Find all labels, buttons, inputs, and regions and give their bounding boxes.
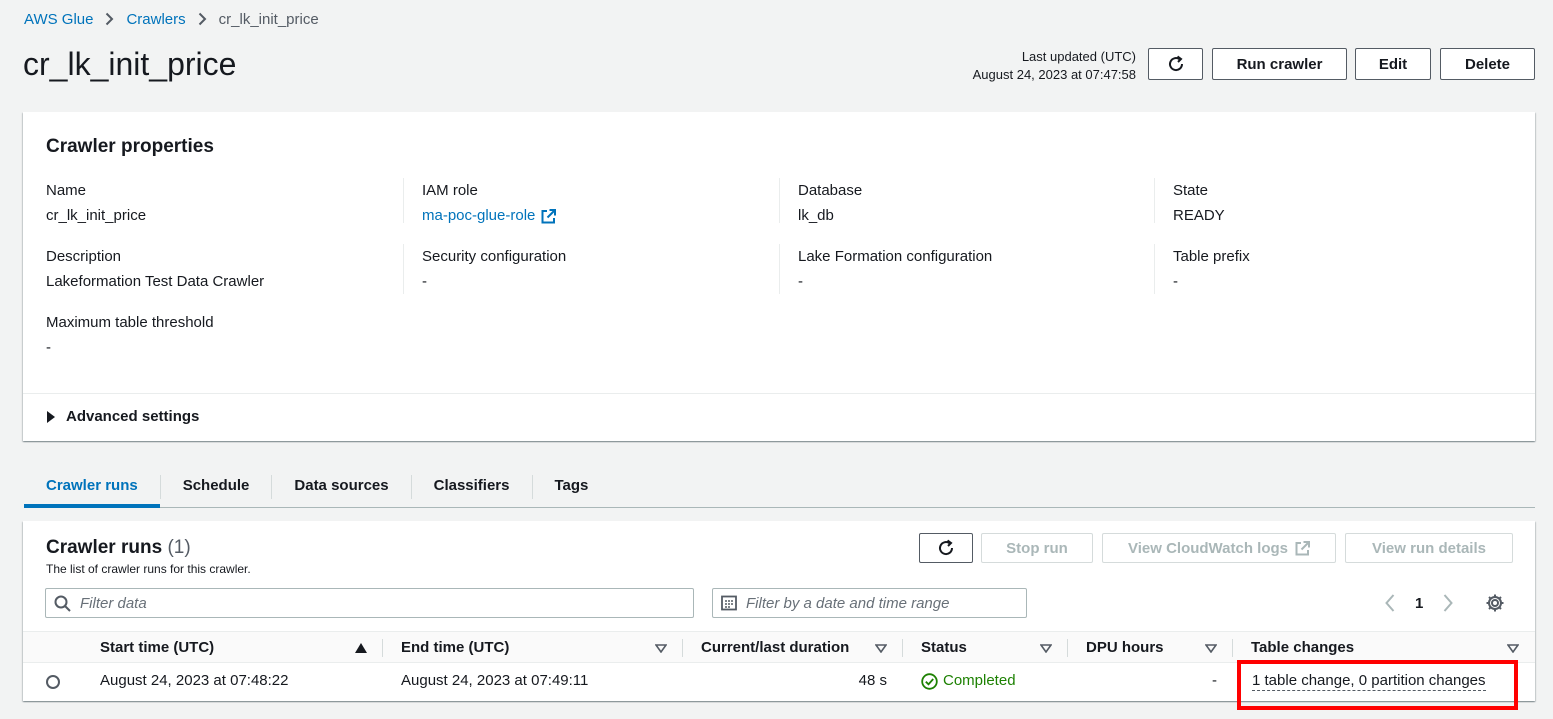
chevron-left-icon[interactable] (1385, 594, 1395, 612)
tab-bar: Crawler runs Schedule Data sources Class… (24, 470, 1535, 508)
prop-iam-role: IAM role ma-poc-glue-role (422, 181, 557, 226)
page-number[interactable]: 1 (1415, 595, 1423, 612)
breadcrumb: AWS Glue Crawlers cr_lk_init_price (24, 9, 319, 29)
advanced-settings-toggle[interactable]: Advanced settings (46, 408, 199, 425)
chevron-right-icon (105, 12, 114, 26)
filter-data-input[interactable]: Filter data (45, 588, 694, 618)
chevron-right-icon (198, 12, 207, 26)
tab-classifiers[interactable]: Classifiers (412, 470, 532, 504)
prop-max-table-threshold: Maximum table threshold - (46, 314, 214, 356)
cell-end-time: August 24, 2023 at 07:49:11 (401, 672, 589, 689)
prop-state: State READY (1173, 182, 1225, 224)
breadcrumb-current: cr_lk_init_price (218, 10, 319, 28)
view-cloudwatch-logs-button[interactable]: View CloudWatch logs (1102, 533, 1336, 563)
view-run-details-button[interactable]: View run details (1345, 533, 1513, 563)
prop-security-configuration: Security configuration - (422, 248, 567, 290)
caret-right-icon (46, 410, 56, 423)
sort-icon[interactable] (875, 632, 887, 664)
gear-icon[interactable] (1485, 593, 1505, 613)
tab-tags[interactable]: Tags (533, 470, 611, 504)
runs-count: (1) (167, 537, 191, 558)
iam-role-link[interactable]: ma-poc-glue-role (422, 206, 557, 226)
col-end-time[interactable]: End time (UTC) (401, 632, 509, 664)
last-updated-label: Last updated (UTC) (1021, 49, 1136, 64)
refresh-icon (936, 538, 956, 558)
refresh-icon (1166, 54, 1186, 74)
stop-run-button[interactable]: Stop run (981, 533, 1093, 563)
edit-button[interactable]: Edit (1355, 48, 1431, 80)
date-range-filter[interactable]: Filter by a date and time range (712, 588, 1027, 618)
col-start-time[interactable]: Start time (UTC) (100, 632, 214, 664)
breadcrumb-aws-glue[interactable]: AWS Glue (24, 11, 93, 28)
breadcrumb-crawlers[interactable]: Crawlers (126, 11, 185, 28)
search-icon (54, 595, 71, 612)
sort-icon[interactable] (655, 632, 667, 664)
external-link-icon (541, 208, 557, 224)
cell-duration: 48 s (858, 672, 887, 689)
last-updated: Last updated (UTC) August 24, 2023 at 07… (973, 48, 1136, 84)
prop-table-prefix: Table prefix - (1173, 248, 1250, 290)
refresh-button[interactable] (1148, 48, 1203, 80)
prop-description: Description Lakeformation Test Data Craw… (46, 248, 265, 290)
tab-data-sources[interactable]: Data sources (272, 470, 410, 504)
last-updated-value: August 24, 2023 at 07:47:58 (972, 67, 1136, 82)
crawler-properties-card: Crawler properties Name cr_lk_init_price… (23, 112, 1535, 441)
sort-icon[interactable] (1205, 632, 1217, 664)
col-dpu-hours[interactable]: DPU hours (1086, 632, 1164, 664)
sort-icon[interactable] (1040, 632, 1052, 664)
card-title: Crawler properties (46, 136, 214, 157)
page-title: cr_lk_init_price (23, 46, 237, 82)
cell-dpu-hours: - (1212, 672, 1217, 689)
runs-refresh-button[interactable] (919, 533, 973, 563)
cell-status: Completed (921, 663, 1016, 699)
cell-start-time: August 24, 2023 at 07:48:22 (100, 672, 289, 689)
delete-button[interactable]: Delete (1440, 48, 1535, 80)
prop-name: Name cr_lk_init_price (46, 182, 147, 224)
highlight-annotation (1237, 660, 1518, 710)
calendar-icon (721, 595, 737, 611)
prop-lake-formation: Lake Formation configuration - (798, 248, 993, 290)
table-header: Start time (UTC) End time (UTC) Current/… (23, 631, 1535, 663)
tab-crawler-runs[interactable]: Crawler runs (24, 470, 160, 508)
runs-title: Crawler runs (1) (46, 537, 191, 558)
runs-description: The list of crawler runs for this crawle… (46, 562, 251, 576)
col-status[interactable]: Status (921, 632, 967, 664)
external-link-icon (1295, 540, 1310, 556)
chevron-right-icon[interactable] (1443, 594, 1454, 612)
col-duration[interactable]: Current/last duration (701, 632, 849, 664)
pagination: 1 (1385, 593, 1505, 613)
sort-ascending-icon[interactable] (355, 632, 367, 664)
success-check-icon (921, 672, 938, 690)
run-crawler-button[interactable]: Run crawler (1212, 48, 1347, 80)
prop-database: Database lk_db (798, 182, 863, 224)
row-select-radio[interactable] (46, 675, 60, 689)
tab-schedule[interactable]: Schedule (161, 470, 272, 504)
